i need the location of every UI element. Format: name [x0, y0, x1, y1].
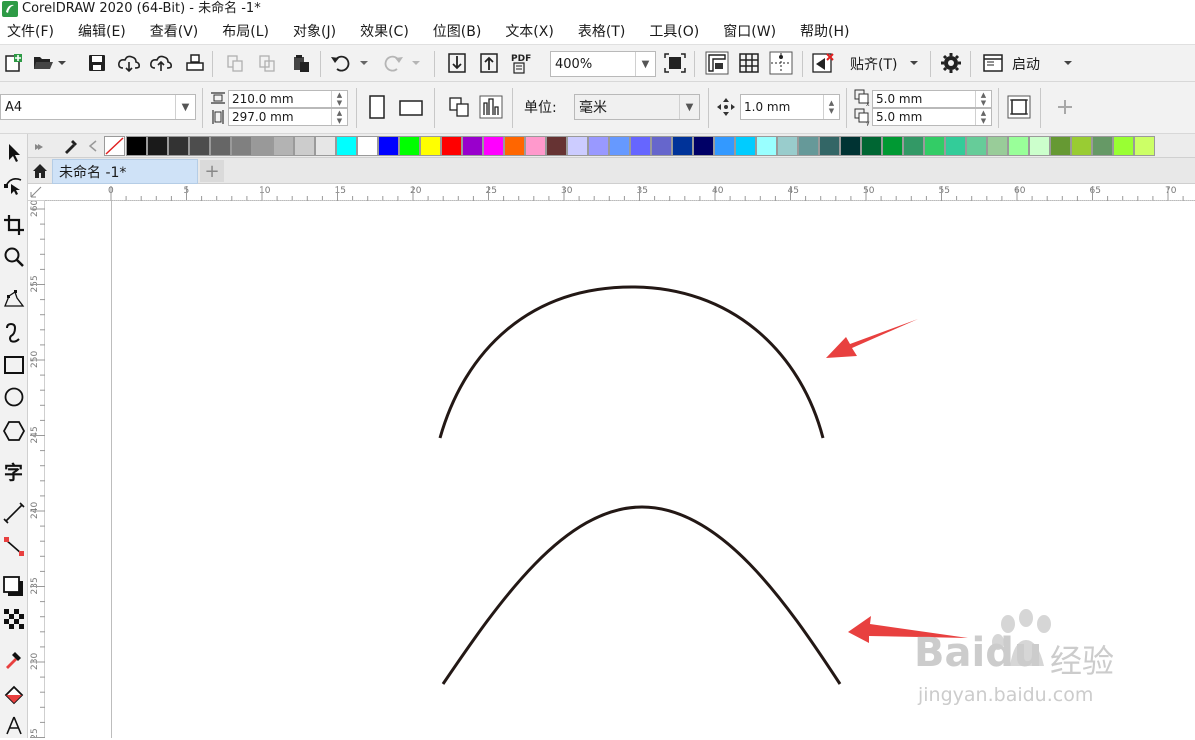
watermark-brand: Baidu [914, 630, 1043, 676]
watermark-url: jingyan.baidu.com [918, 684, 1094, 706]
upper-red-arrow [826, 319, 918, 358]
baidu-watermark: Baidu 经验 jingyan.baidu.com [910, 604, 1140, 714]
upper-arc-curve[interactable] [438, 285, 825, 439]
lower-arc-curve[interactable] [441, 505, 842, 685]
watermark-cn: 经验 [1050, 642, 1115, 680]
